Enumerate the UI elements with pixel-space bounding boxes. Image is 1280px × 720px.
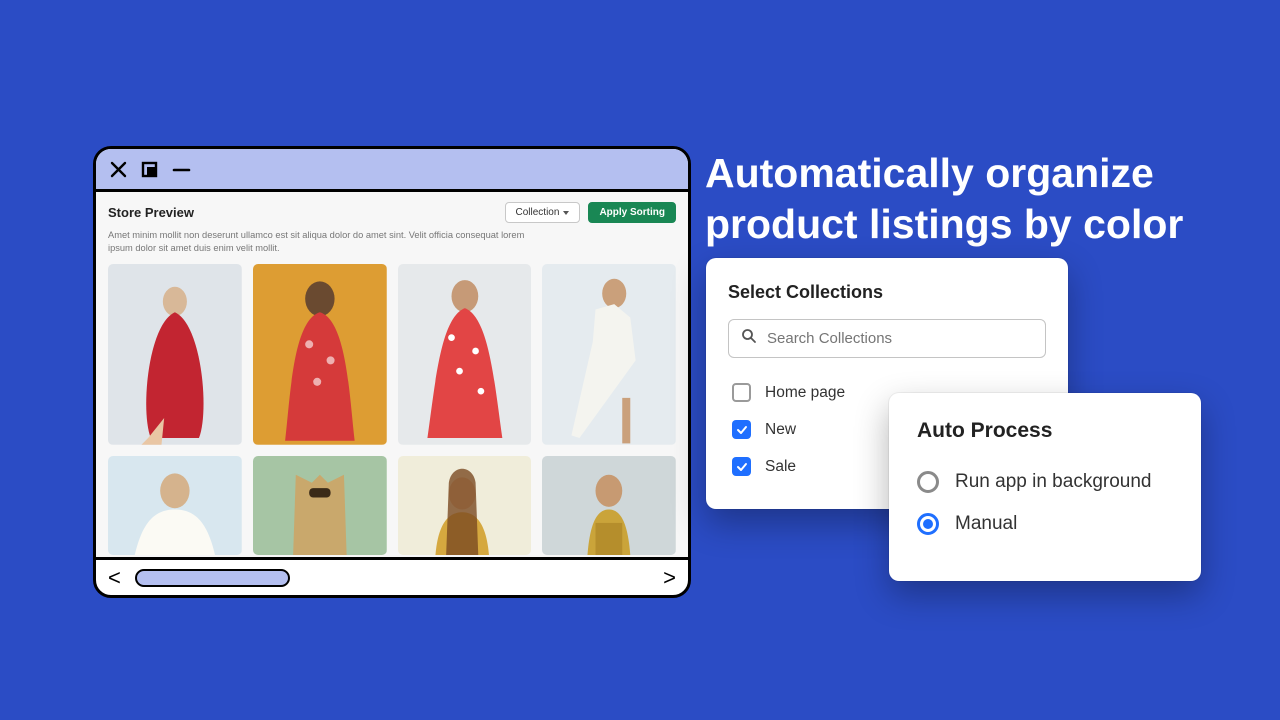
search-icon	[741, 328, 757, 349]
next-arrow-icon[interactable]: >	[663, 565, 676, 591]
product-tile[interactable]	[542, 264, 676, 445]
auto-process-option[interactable]: Run app in background	[917, 461, 1173, 503]
maximize-icon[interactable]	[141, 161, 158, 178]
prev-arrow-icon[interactable]: <	[108, 565, 121, 591]
chevron-down-icon	[563, 211, 569, 215]
product-tile[interactable]	[108, 264, 242, 445]
auto-process-option[interactable]: Manual	[917, 503, 1173, 545]
radio-unselected-icon[interactable]	[917, 471, 939, 493]
product-grid	[108, 264, 676, 555]
auto-process-label: Run app in background	[955, 471, 1151, 493]
auto-process-panel: Auto Process Run app in background Manua…	[889, 393, 1201, 581]
store-preview-content: Store Preview Collection Apply Sorting A…	[96, 192, 688, 557]
browser-footer: < >	[96, 557, 688, 595]
search-collections-field[interactable]	[728, 319, 1046, 358]
product-tile[interactable]	[253, 264, 387, 445]
collections-title: Select Collections	[728, 282, 1046, 303]
product-tile[interactable]	[253, 456, 387, 555]
collection-label: Sale	[765, 458, 796, 476]
product-tile[interactable]	[398, 456, 532, 555]
auto-process-label: Manual	[955, 513, 1017, 535]
auto-process-title: Auto Process	[917, 419, 1173, 443]
radio-selected-icon[interactable]	[917, 513, 939, 535]
collection-label: Home page	[765, 384, 845, 402]
store-preview-description: Amet minim mollit non deserunt ullamco e…	[108, 229, 538, 254]
collection-dropdown[interactable]: Collection	[505, 202, 581, 223]
product-tile[interactable]	[542, 456, 676, 555]
browser-mockup: Store Preview Collection Apply Sorting A…	[93, 146, 691, 598]
titlebar	[96, 149, 688, 192]
apply-sorting-label: Apply Sorting	[599, 207, 665, 218]
product-tile[interactable]	[398, 264, 532, 445]
minimize-icon[interactable]	[172, 161, 191, 178]
close-icon[interactable]	[110, 161, 127, 178]
checkbox-unchecked-icon[interactable]	[732, 383, 751, 402]
store-preview-title: Store Preview	[108, 205, 194, 220]
product-tile[interactable]	[108, 456, 242, 555]
search-input[interactable]	[767, 330, 1033, 347]
apply-sorting-button[interactable]: Apply Sorting	[588, 202, 676, 223]
scrollbar-thumb[interactable]	[135, 569, 290, 587]
collection-dropdown-label: Collection	[516, 207, 560, 218]
checkbox-checked-icon[interactable]	[732, 420, 751, 439]
checkbox-checked-icon[interactable]	[732, 457, 751, 476]
headline: Automatically organize product listings …	[705, 148, 1220, 251]
collection-label: New	[765, 421, 796, 439]
